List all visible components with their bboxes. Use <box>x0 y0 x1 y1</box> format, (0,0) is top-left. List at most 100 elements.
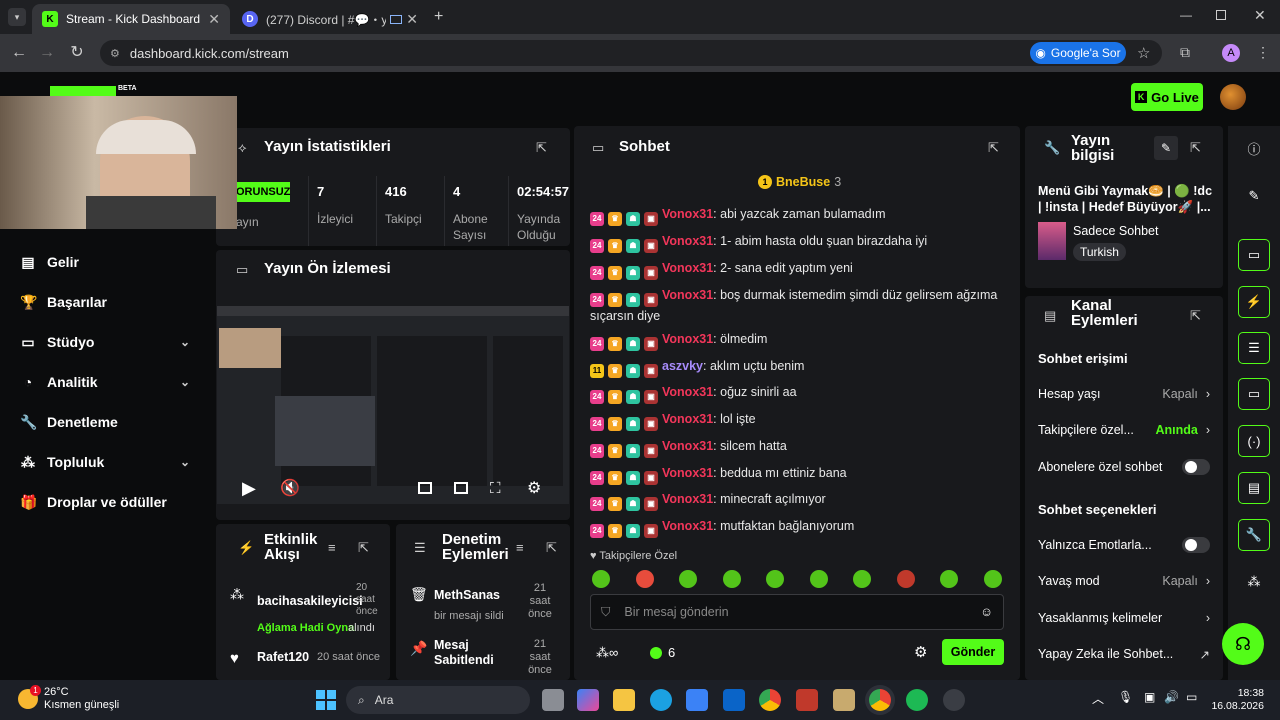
spotify-icon[interactable] <box>906 689 928 711</box>
filter-icon[interactable]: ≡ <box>328 540 336 555</box>
sidebar-item-1[interactable]: 🏆 Başarılar <box>20 291 107 313</box>
edge-icon[interactable] <box>650 689 672 711</box>
site-info-icon[interactable]: ⚙ <box>110 47 120 60</box>
sidebar-item-2[interactable]: ▭ Stüdyo ⌄ <box>20 331 190 353</box>
chat-message[interactable]: 24 ♛ ☗ ▣ Vonox31: abi yazcak zaman bulamadım <box>590 205 1010 226</box>
edit-icon[interactable]: ✎ <box>1154 136 1178 160</box>
network-icon[interactable]: ▣ <box>1144 690 1155 704</box>
extensions-icon[interactable]: ⧉ <box>1180 44 1190 61</box>
restore-icon[interactable] <box>1216 10 1226 20</box>
chat-message[interactable]: 11 ♛ ☗ ▣ aszvky: aklım uçtu benim <box>590 357 1010 378</box>
banned-words-row[interactable]: Yasaklanmış kelimeler › <box>1038 608 1210 628</box>
filter-icon[interactable]: ≡ <box>516 540 524 555</box>
file-explorer-icon[interactable] <box>613 689 635 711</box>
address-bar[interactable]: ⚙ dashboard.kick.com/stream <box>100 40 1162 66</box>
league-icon[interactable] <box>833 689 855 711</box>
chat-settings-icon[interactable]: ⚙ <box>914 643 927 661</box>
go-live-button[interactable]: K Go Live <box>1131 83 1203 111</box>
popout-icon[interactable]: ⇱ <box>988 140 999 156</box>
task-view-icon[interactable] <box>542 689 564 711</box>
fullscreen-icon[interactable]: ⛶ <box>490 480 501 497</box>
sidebar-item-4[interactable]: 🔧 Denetleme <box>20 411 118 433</box>
chrome-active-icon[interactable] <box>869 689 891 711</box>
chat-rail-icon[interactable]: ▭ <box>1238 378 1270 410</box>
mute-icon[interactable]: 🔇 <box>280 478 300 498</box>
tab-search-button[interactable]: ▾ <box>8 8 26 26</box>
google-ask-button[interactable]: ◉ Google'a Sor <box>1030 42 1126 64</box>
chat-username[interactable]: Vonox31 <box>662 332 713 346</box>
activity-user[interactable]: bacihasakileyicisi <box>257 594 363 608</box>
chat-username[interactable]: Vonox31 <box>662 261 713 275</box>
chat-username[interactable]: Vonox31 <box>662 385 713 399</box>
info-icon[interactable]: ⓘ <box>1238 132 1270 164</box>
chat-message[interactable]: 24 ♛ ☗ ▣ Vonox31: ölmedim <box>590 330 1010 351</box>
profile-avatar[interactable]: A <box>1222 44 1240 62</box>
emote-icon[interactable] <box>809 570 828 588</box>
preview-rail-icon[interactable]: ▭ <box>1238 239 1270 271</box>
battery-icon[interactable]: ▭ <box>1186 690 1197 704</box>
popout-icon[interactable]: ⇱ <box>1190 308 1201 324</box>
followers-only-row[interactable]: Takipçilere özel... Anında › <box>1038 420 1210 440</box>
mod-user[interactable]: MethSanas <box>434 588 500 602</box>
mail-icon[interactable] <box>723 689 745 711</box>
close-window-icon[interactable]: ✕ <box>1254 7 1266 24</box>
emote-icon[interactable] <box>896 570 915 588</box>
chat-message[interactable]: 24 ♛ ☗ ▣ Vonox31: lol işte <box>590 410 1010 431</box>
emote-icon[interactable] <box>940 570 958 588</box>
chat-username[interactable]: aszvky <box>662 359 703 373</box>
emotes-only-toggle[interactable] <box>1182 537 1210 553</box>
close-tab-icon[interactable]: ✕ <box>208 11 220 28</box>
kick-points[interactable]: 6 <box>650 645 675 660</box>
reload-icon[interactable]: ↻ <box>66 42 88 64</box>
chat-username[interactable]: Vonox31 <box>662 439 713 453</box>
tab-discord[interactable]: D (277) Discord | #💬・yetkili- ✕ <box>232 4 428 34</box>
theater-icon[interactable] <box>418 482 432 494</box>
chat-message[interactable]: 24 ♛ ☗ ▣ Vonox31: mutfaktan bağlanıyorum <box>590 517 1010 538</box>
category-name[interactable]: Sadece Sohbet <box>1073 224 1159 238</box>
chat-username[interactable]: Vonox31 <box>662 207 713 221</box>
activity-user[interactable]: Rafet120 <box>257 650 309 664</box>
chat-username[interactable]: Vonox31 <box>662 519 713 533</box>
chat-message[interactable]: 24 ♛ ☗ ▣ Vonox31: boş durmak istemedim şimdi… <box>590 286 1010 325</box>
sidebar-item-3[interactable]: ◔ Analitik ⌄ <box>20 371 190 393</box>
bolt-rail-icon[interactable]: ⚡ <box>1238 286 1270 318</box>
minimize-icon[interactable]: — <box>1180 8 1192 22</box>
chat-input[interactable]: ⛉ Bir mesaj gönderin ☺ <box>590 594 1004 630</box>
chat-message[interactable]: 24 ♛ ☗ ▣ Vonox31: 2- sana edit yaptım yeni <box>590 259 1010 280</box>
emote-icon[interactable] <box>983 570 1002 588</box>
emote-icon[interactable] <box>853 570 871 588</box>
pencil-icon[interactable]: ✎ <box>1238 180 1270 212</box>
stream-preview-video[interactable] <box>217 306 569 504</box>
send-button[interactable]: Gönder <box>942 639 1004 665</box>
settings-icon[interactable]: ⚙ <box>527 478 541 498</box>
copilot-icon[interactable] <box>577 689 599 711</box>
emotes-only-row[interactable]: Yalnızca Emotlarla... <box>1038 535 1210 555</box>
close-tab-icon[interactable]: ✕ <box>406 11 418 28</box>
weather-widget[interactable]: 1 26°C Kısmen güneşli <box>18 685 119 712</box>
broadcast-rail-icon[interactable]: (·) <box>1238 425 1270 457</box>
popout-icon[interactable]: ⇱ <box>1190 140 1201 156</box>
taskbar-search[interactable]: ⌕ Ara <box>346 686 530 714</box>
chat-message[interactable]: 24 ♛ ☗ ▣ Vonox31: 1- abim hasta oldu şuan bi… <box>590 232 1010 253</box>
support-headset-icon[interactable]: ☊ <box>1222 623 1264 665</box>
account-age-row[interactable]: Hesap yaşı Kapalı › <box>1038 384 1210 404</box>
start-button[interactable] <box>316 690 336 710</box>
popout-icon[interactable]: ⇱ <box>546 540 557 556</box>
emote-icon[interactable] <box>679 570 697 588</box>
new-tab-button[interactable]: + <box>434 8 443 26</box>
emote-icon[interactable] <box>766 570 784 588</box>
chat-message[interactable]: 24 ♛ ☗ ▣ Vonox31: silcem hatta <box>590 437 1010 458</box>
emote-icon[interactable] <box>592 570 610 588</box>
tab-kick-dashboard[interactable]: K Stream - Kick Dashboard ✕ <box>32 4 230 34</box>
forward-icon[interactable]: → <box>36 42 58 64</box>
emote-icon[interactable] <box>635 570 654 588</box>
emoji-icon[interactable]: ☺ <box>980 605 993 619</box>
tray-chevron-icon[interactable]: ︿ <box>1092 690 1104 707</box>
play-icon[interactable]: ▶ <box>242 478 256 499</box>
sidebar-item-5[interactable]: ⁂ Topluluk ⌄ <box>20 451 190 473</box>
list-rail-icon[interactable]: ☰ <box>1238 332 1270 364</box>
mic-icon[interactable]: 🎙 <box>1118 690 1133 704</box>
bookmark-star-icon[interactable]: ☆ <box>1137 44 1150 62</box>
emote-icon[interactable] <box>722 570 741 588</box>
community-rail-icon[interactable]: ⁂ <box>1238 566 1270 598</box>
